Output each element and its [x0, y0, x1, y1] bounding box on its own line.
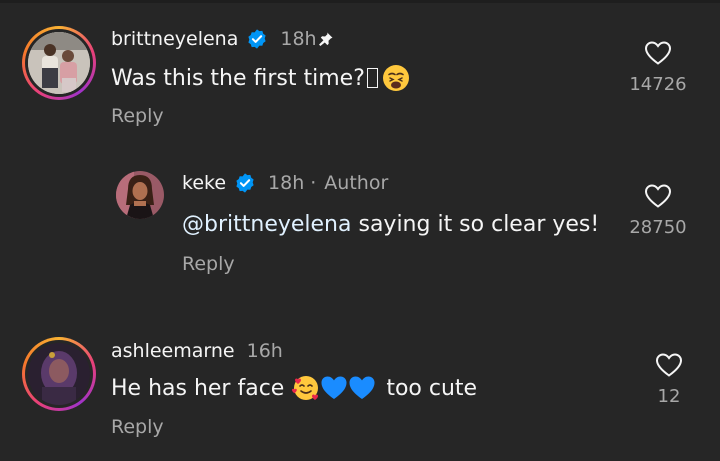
comment-header: brittneyelena 18h [111, 28, 334, 50]
like-group: 28750 [618, 183, 698, 238]
avatar-keke[interactable] [116, 171, 164, 219]
comment-keke: keke 18h · Author @brittneyelena saying … [0, 150, 720, 300]
blue-heart-emoji [321, 376, 347, 399]
heart-outline-icon[interactable] [644, 183, 672, 209]
like-count: 12 [657, 386, 681, 407]
timestamp: 16h [246, 340, 283, 362]
verified-badge-icon [248, 29, 266, 49]
comment-text: @brittneyelena saying it so clear yes! [182, 212, 600, 237]
heart-outline-icon[interactable] [655, 352, 683, 378]
verified-badge-icon [236, 173, 254, 193]
mention-link[interactable]: @brittneyelena [182, 212, 351, 237]
like-count: 14726 [629, 74, 687, 95]
comment-text: Was this the first time? [111, 64, 410, 92]
avatar-photo [28, 343, 90, 405]
comment-ashleemarne: ashleemarne 16h He has her face too cute [0, 310, 720, 461]
avatar-photo [116, 171, 164, 219]
avatar-photo [28, 32, 90, 94]
comment-text: He has her face too cute [111, 375, 478, 401]
username[interactable]: keke [182, 172, 226, 194]
like-group: 12 [629, 352, 709, 407]
weary-face-emoji [382, 65, 409, 91]
comment-header: keke 18h · Author [182, 172, 388, 194]
like-group: 14726 [618, 40, 698, 95]
timestamp: 18h [280, 28, 317, 50]
author-label: Author [324, 172, 389, 194]
blue-heart-emoji [349, 376, 375, 399]
heart-outline-icon[interactable] [644, 40, 672, 66]
reply-button[interactable]: Reply [182, 253, 235, 275]
pin-icon [318, 32, 333, 46]
meta-separator: · [310, 172, 317, 194]
username[interactable]: ashleemarne [111, 340, 235, 362]
comment-brittneyelena: brittneyelena 18h Was this the first tim… [0, 0, 720, 150]
username[interactable]: brittneyelena [111, 28, 238, 50]
reply-button[interactable]: Reply [111, 105, 164, 127]
reply-button[interactable]: Reply [111, 416, 164, 438]
like-count: 28750 [629, 217, 687, 238]
missing-glyph [366, 68, 378, 88]
comment-header: ashleemarne 16h [111, 340, 283, 362]
smiling-face-with-hearts-emoji [292, 376, 319, 400]
avatar-brittneyelena[interactable] [22, 26, 96, 100]
avatar-ashleemarne[interactable] [22, 337, 96, 411]
comments-screen: brittneyelena 18h Was this the first tim… [0, 0, 720, 461]
timestamp: 18h [268, 172, 305, 194]
